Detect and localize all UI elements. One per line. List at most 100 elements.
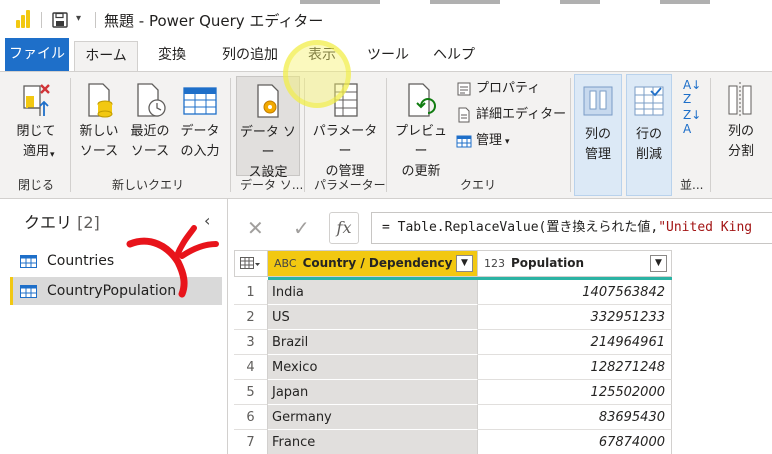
row-number: 7 — [234, 430, 268, 454]
ribbon-tabs: ファイル ホーム 変換 列の追加 表示 ツール ヘルプ — [0, 38, 772, 72]
cancel-formula-icon[interactable]: ✕ — [247, 216, 264, 240]
tab-add-column[interactable]: 列の追加 — [208, 41, 292, 71]
confirm-formula-icon[interactable]: ✓ — [293, 216, 310, 240]
manage-dropdown-icon[interactable]: ▾ — [505, 137, 510, 147]
cell-country[interactable]: Brazil — [268, 330, 478, 355]
close-apply-icon — [23, 84, 50, 116]
table-row: 1 India 1407563842 — [234, 280, 672, 305]
queries-count: [2] — [77, 213, 100, 232]
reduce-rows-button[interactable]: 行の 削減 — [626, 74, 672, 196]
column-filter-dropdown-icon[interactable]: ▼ — [456, 255, 473, 272]
group-label-data-sources: データ ソ... — [240, 178, 304, 192]
table-row: 5 Japan 125502000 — [234, 380, 672, 405]
formula-string-literal: "United King — [658, 220, 753, 235]
cell-country[interactable]: Mexico — [268, 355, 478, 380]
manage-button[interactable]: 管理 ▾ — [456, 130, 510, 152]
table-icon — [20, 285, 37, 298]
properties-button[interactable]: プロパティ — [456, 78, 540, 100]
data-source-settings-button[interactable]: データ ソー ス設定 — [236, 76, 300, 180]
row-number: 2 — [234, 305, 268, 330]
title-bar: ▾ 無題 - Power Query エディター — [0, 0, 772, 38]
cell-population[interactable]: 1407563842 — [478, 280, 672, 305]
divider — [41, 12, 42, 28]
column-header-population[interactable]: 123 Population ▼ — [478, 250, 672, 277]
tab-help[interactable]: ヘルプ — [424, 41, 484, 71]
cell-population[interactable]: 125502000 — [478, 380, 672, 405]
cell-country[interactable]: US — [268, 305, 478, 330]
customize-toolbar-icon[interactable]: ▾ — [76, 13, 81, 24]
row-number: 4 — [234, 355, 268, 380]
table-icon — [20, 255, 37, 268]
new-source-button[interactable]: 新しい ソース — [74, 76, 124, 176]
column-header-label: Population — [511, 256, 585, 270]
number-type-icon[interactable]: 123 — [484, 251, 505, 276]
annotation-arrow-scribble — [126, 225, 219, 298]
cell-population[interactable]: 214964961 — [478, 330, 672, 355]
window-title: 無題 - Power Query エディター — [104, 12, 324, 30]
background-window-edge — [430, 0, 500, 4]
tab-tools[interactable]: ツール — [360, 41, 416, 71]
background-window-edge — [300, 0, 380, 4]
grid-header: ABC Country / Dependency ▼ 123 Population … — [234, 250, 672, 280]
queries-title: クエリ [2] — [24, 209, 100, 233]
properties-icon — [457, 82, 471, 95]
column-filter-dropdown-icon[interactable]: ▼ — [650, 255, 667, 272]
cell-population[interactable]: 128271248 — [478, 355, 672, 380]
query-item-label: Countries — [47, 253, 115, 269]
column-header-country[interactable]: ABC Country / Dependency ▼ — [268, 250, 478, 277]
formula-bar: ✕ ✓ fx = Table.ReplaceValue(置き換えられた値,"Un… — [235, 212, 772, 244]
choose-columns-icon — [583, 86, 613, 116]
table-row: 7 France 67874000 — [234, 430, 672, 454]
background-window-edge — [660, 0, 710, 4]
recent-sources-button[interactable]: 最近の ソース — [124, 76, 176, 176]
sort-descending-button[interactable]: Z↓ A — [683, 108, 701, 136]
group-label-query: クエリ — [460, 178, 497, 192]
enter-data-button[interactable]: データ の入力 — [176, 76, 224, 176]
ribbon-home: 閉じて 適用 ▾ 閉じる 新しい ソース 最近の ソース データ の入力 新しい… — [0, 71, 772, 199]
cell-population[interactable]: 83695430 — [478, 405, 672, 430]
text-type-icon[interactable]: ABC — [274, 251, 297, 276]
formula-input[interactable]: = Table.ReplaceValue(置き換えられた値,"United Ki… — [371, 212, 772, 244]
cell-country[interactable]: Germany — [268, 405, 478, 430]
divider — [95, 12, 96, 28]
cell-population[interactable]: 332951233 — [478, 305, 672, 330]
table-row: 3 Brazil 214964961 — [234, 330, 672, 355]
cell-country[interactable]: France — [268, 430, 478, 454]
close-apply-dropdown-icon[interactable]: ▾ — [50, 150, 55, 160]
cell-country[interactable]: India — [268, 280, 478, 305]
group-divider — [386, 78, 387, 192]
group-divider — [710, 78, 711, 192]
row-number: 3 — [234, 330, 268, 355]
choose-columns-label: 列の 管理 — [584, 127, 611, 162]
close-apply-button[interactable]: 閉じて 適用 ▾ — [6, 76, 66, 176]
cell-country[interactable]: Japan — [268, 380, 478, 405]
data-grid: ABC Country / Dependency ▼ 123 Population … — [234, 250, 672, 454]
sort-ascending-button[interactable]: A↓ Z — [683, 78, 701, 106]
group-label-parameters: パラメーター — [314, 178, 386, 192]
advanced-editor-button[interactable]: 詳細エディター — [456, 104, 566, 126]
split-column-icon — [728, 82, 752, 118]
recent-sources-label: 最近の ソース — [130, 124, 170, 159]
table-options-button[interactable] — [234, 250, 268, 277]
save-icon[interactable] — [52, 12, 68, 28]
split-column-button[interactable]: 列の 分割 — [716, 76, 766, 176]
tab-view[interactable]: 表示 — [296, 41, 348, 71]
tab-home[interactable]: ホーム — [74, 41, 138, 72]
data-source-settings-label: データ ソー ス設定 — [239, 125, 297, 180]
row-number: 5 — [234, 380, 268, 405]
power-bi-logo-icon — [16, 10, 30, 28]
insert-function-button[interactable]: fx — [329, 212, 359, 244]
cell-population[interactable]: 67874000 — [478, 430, 672, 454]
tab-file[interactable]: ファイル — [5, 38, 69, 71]
queries-title-label: クエリ — [24, 213, 73, 232]
recent-sources-icon — [137, 83, 166, 117]
tab-transform[interactable]: 変換 — [144, 41, 200, 71]
manage-table-icon — [456, 135, 472, 147]
choose-columns-button[interactable]: 列の 管理 — [574, 74, 622, 196]
table-icon — [183, 87, 217, 115]
manage-label: 管理 — [476, 133, 503, 148]
manage-parameters-button[interactable]: パラメーター の管理 — [308, 76, 382, 179]
refresh-preview-button[interactable]: プレビュー の更新 — [390, 76, 452, 179]
background-window-edge — [560, 0, 600, 4]
reduce-rows-icon — [634, 86, 664, 116]
